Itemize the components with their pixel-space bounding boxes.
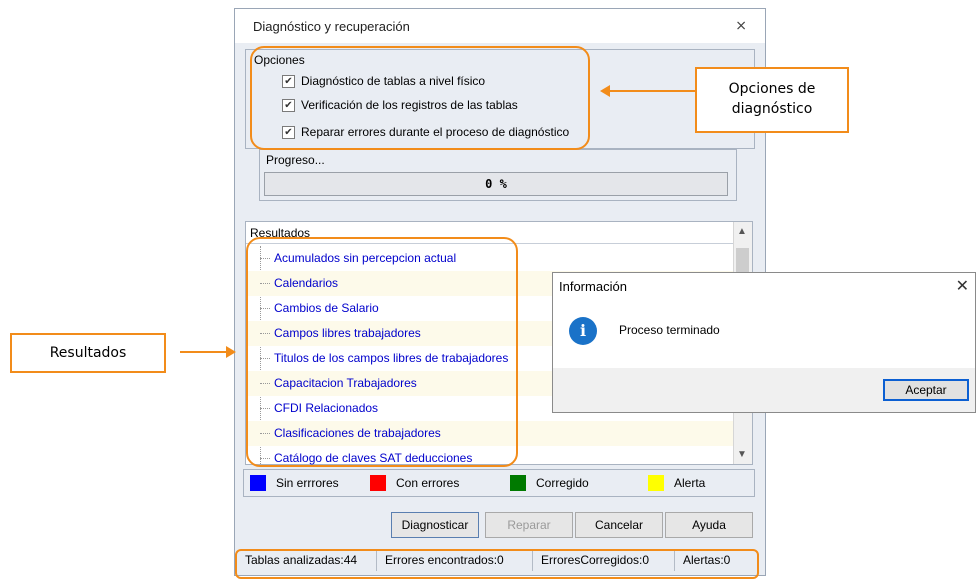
diagnose-button[interactable]: Diagnosticar (391, 512, 479, 538)
legend-label: Sin errrores (276, 476, 339, 490)
legend-swatch-yellow (648, 475, 664, 491)
legend-swatch-red (370, 475, 386, 491)
legend-label: Con errores (396, 476, 460, 490)
help-button[interactable]: Ayuda (665, 512, 753, 538)
scroll-up-icon[interactable]: ▲ (737, 226, 747, 237)
legend-item-alerta: Alerta (648, 474, 705, 492)
info-dialog: Información ✕ i Proceso terminado Acepta… (552, 272, 976, 413)
progress-bar: 0 % (264, 172, 728, 196)
info-footer: Aceptar (553, 368, 975, 412)
progress-group: Progreso... 0 % (259, 149, 737, 201)
legend: Sin errrores Con errores Corregido Alert… (243, 469, 755, 497)
accept-button[interactable]: Aceptar (883, 379, 969, 401)
arrow-left-icon (600, 85, 610, 97)
results-callout: Resultados (10, 333, 166, 373)
legend-label: Corregido (536, 476, 589, 490)
close-icon[interactable]: ⨯ (735, 17, 747, 34)
options-callout: Opciones de diagnóstico (695, 67, 849, 133)
options-arrow (610, 90, 695, 92)
close-icon[interactable]: ✕ (956, 276, 969, 296)
cancel-button[interactable]: Cancelar (575, 512, 663, 538)
info-message: Proceso terminado (619, 323, 720, 337)
results-arrow (180, 351, 228, 353)
legend-label: Alerta (674, 476, 706, 490)
legend-swatch-green (510, 475, 526, 491)
info-title: Información (559, 279, 627, 294)
results-highlight (246, 237, 518, 467)
legend-item-sin-errores: Sin errrores (250, 474, 339, 492)
statusbar-highlight (235, 549, 759, 579)
arrow-right-icon (226, 346, 236, 358)
dialog-titlebar: Diagnóstico y recuperación ⨯ (235, 9, 765, 43)
legend-item-con-errores: Con errores (370, 474, 459, 492)
options-highlight (250, 46, 590, 150)
legend-swatch-blue (250, 475, 266, 491)
scroll-down-icon[interactable]: ▼ (737, 449, 747, 460)
progress-label: Progreso... (266, 153, 325, 167)
repair-button[interactable]: Reparar (485, 512, 573, 538)
dialog-title: Diagnóstico y recuperación (253, 19, 410, 34)
info-icon: i (569, 317, 597, 345)
legend-item-corregido: Corregido (510, 474, 589, 492)
